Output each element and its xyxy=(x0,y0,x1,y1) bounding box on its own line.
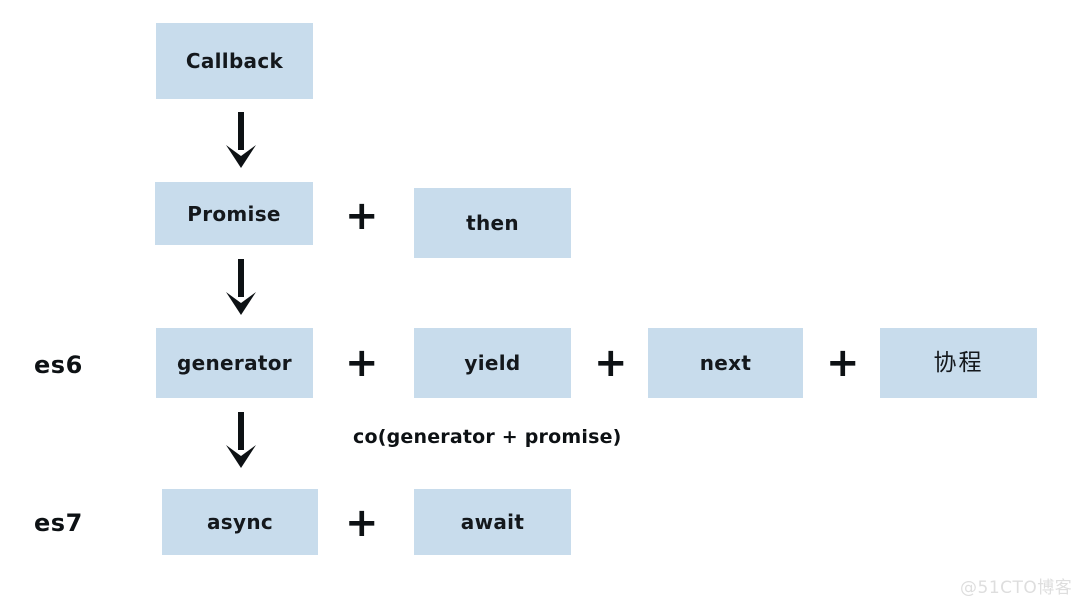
node-label-next: next xyxy=(699,351,752,375)
node-box-coroutine[interactable]: 协程 xyxy=(880,328,1037,398)
node-box-next[interactable]: next xyxy=(648,328,803,398)
node-label-then: then xyxy=(466,211,519,235)
node-label-coroutine: 协程 xyxy=(933,349,984,376)
node-label-callback: Callback xyxy=(185,49,284,73)
row-label-es6: es6 xyxy=(34,351,83,379)
arrow-promise-to-generator xyxy=(222,259,260,317)
node-box-callback[interactable]: Callback xyxy=(156,23,313,99)
annotation-co-note: co(generator + promise) xyxy=(353,426,622,448)
node-box-promise[interactable]: Promise xyxy=(155,182,313,245)
node-label-await: await xyxy=(460,510,525,534)
node-label-generator: generator xyxy=(177,351,292,375)
node-box-await[interactable]: await xyxy=(414,489,571,555)
node-box-yield[interactable]: yield xyxy=(414,328,571,398)
node-box-then[interactable]: then xyxy=(414,188,571,258)
operator-plus-async-await: + xyxy=(345,500,379,546)
arrow-generator-to-async xyxy=(222,412,260,470)
operator-plus-next-coroutine: + xyxy=(826,340,860,386)
node-label-yield: yield xyxy=(464,351,521,375)
operator-plus-promise-then: + xyxy=(345,193,379,239)
arrow-callback-to-promise xyxy=(222,112,260,170)
row-label-es7: es7 xyxy=(34,509,83,537)
node-label-async: async xyxy=(206,510,274,534)
diagram-canvas: es6 es7 Callback Promise + then generato… xyxy=(0,0,1080,608)
operator-plus-generator-yield: + xyxy=(345,340,379,386)
operator-plus-yield-next: + xyxy=(594,340,628,386)
node-label-promise: Promise xyxy=(187,201,281,226)
watermark: @51CTO博客 xyxy=(960,578,1073,598)
node-box-async[interactable]: async xyxy=(162,489,318,555)
node-box-generator[interactable]: generator xyxy=(156,328,313,398)
